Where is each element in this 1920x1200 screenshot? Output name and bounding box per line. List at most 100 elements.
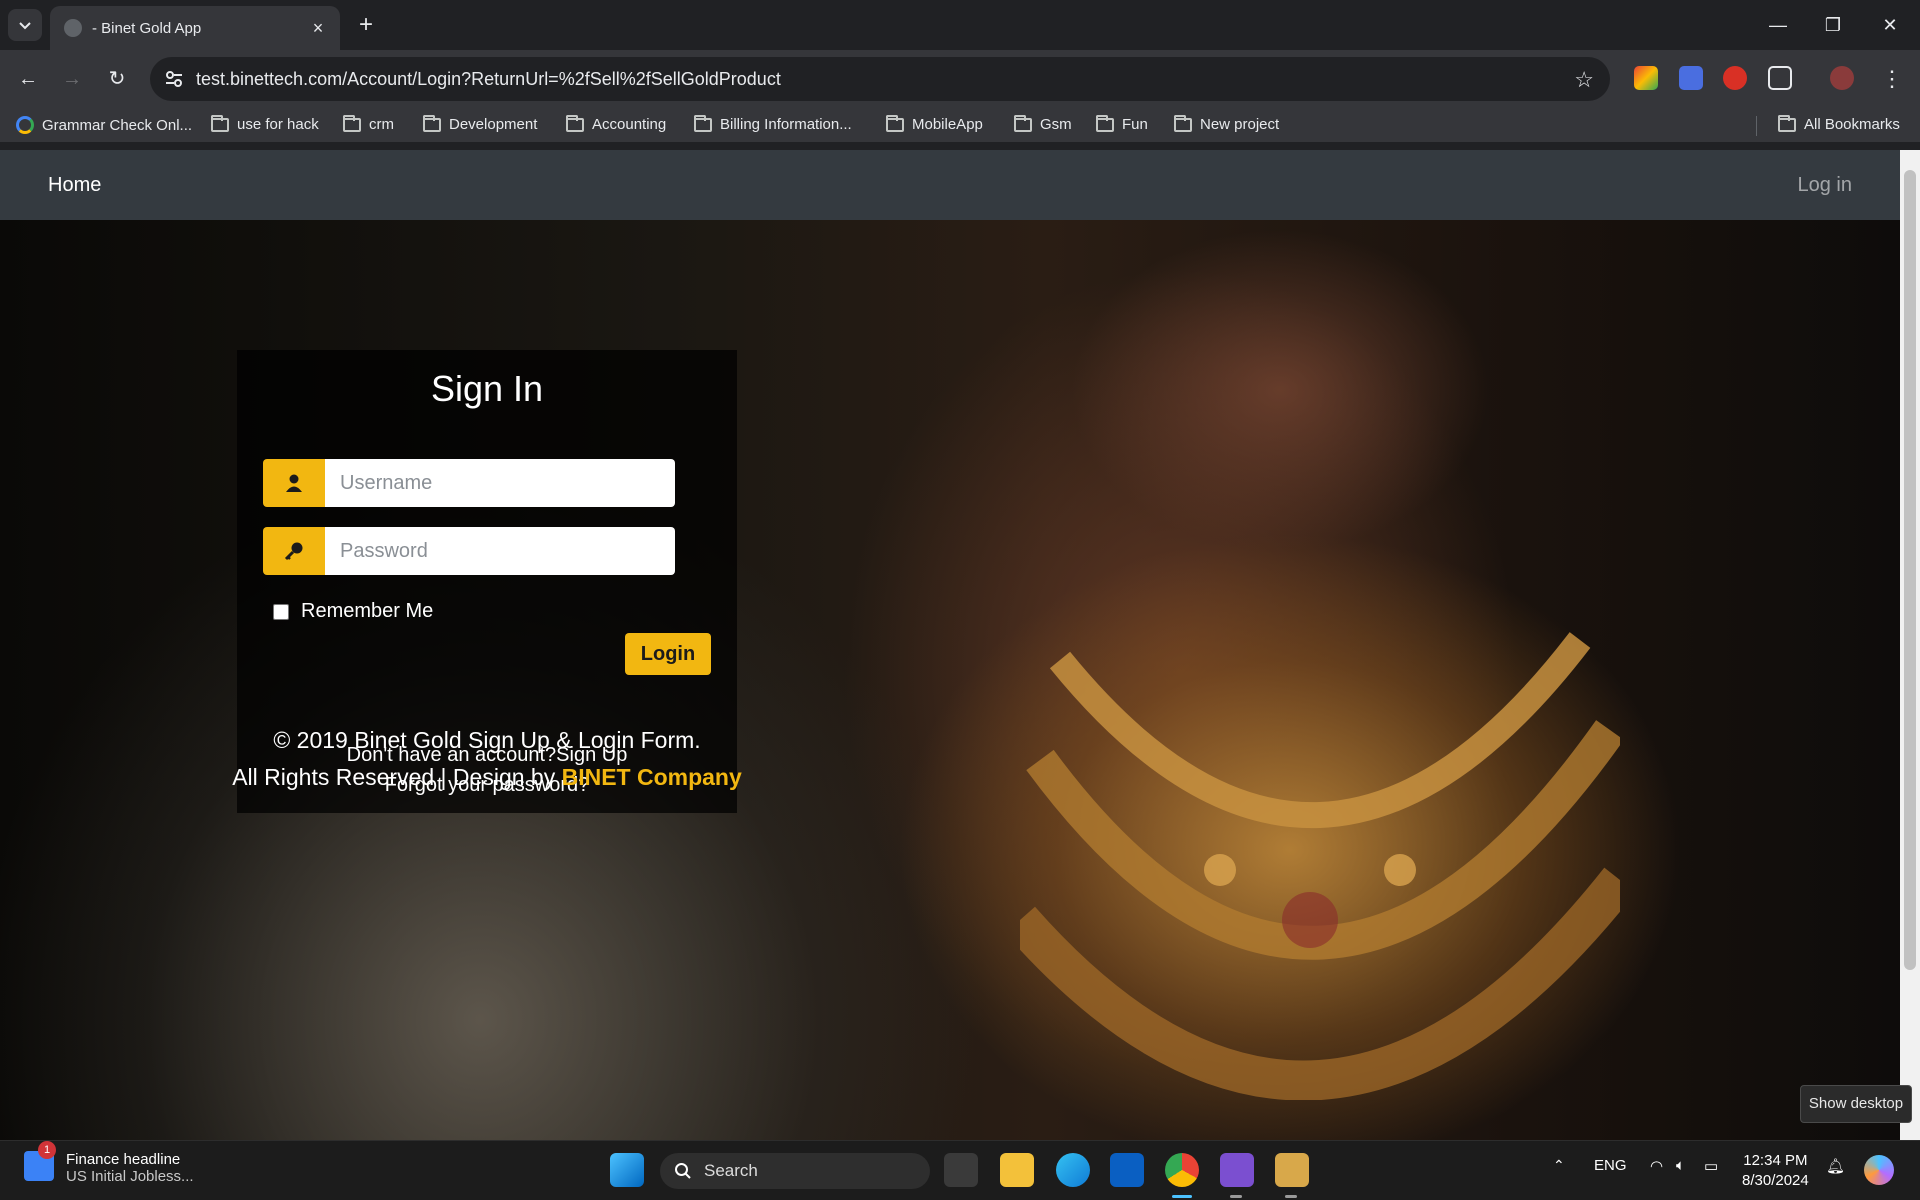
news-subtitle: US Initial Jobless... [66, 1168, 194, 1185]
browser-tab[interactable]: - Binet Gold App × [50, 6, 340, 50]
folder-icon [1778, 114, 1796, 132]
news-widget[interactable]: 1 Finance headline US Initial Jobless... [24, 1141, 194, 1185]
notification-badge: 1 [38, 1141, 56, 1159]
bookmark-folder[interactable]: MobileApp [886, 114, 983, 133]
search-label: Search [704, 1161, 758, 1180]
bookmark-item[interactable]: Grammar Check Onl... [16, 116, 192, 134]
windows-taskbar: 1 Finance headline US Initial Jobless...… [0, 1140, 1920, 1200]
password-input[interactable] [325, 527, 675, 575]
folder-icon [211, 114, 229, 132]
bookmark-folder[interactable]: Accounting [566, 114, 666, 133]
forward-button[interactable]: → [56, 63, 88, 95]
clock-time: 12:34 PM [1743, 1152, 1808, 1169]
all-bookmarks-button[interactable]: All Bookmarks [1778, 114, 1900, 133]
page-viewport: Home Log in Sign In Remember Me Login Do… [0, 150, 1900, 1140]
bookmark-folder[interactable]: crm [343, 114, 394, 133]
puzzle-extensions-icon[interactable] [1768, 66, 1792, 90]
folder-icon [1174, 114, 1192, 132]
app-icon[interactable] [1275, 1153, 1309, 1187]
nav-login-link[interactable]: Log in [1798, 174, 1853, 197]
taskbar-search[interactable]: Search [660, 1153, 930, 1189]
reload-button[interactable]: ↻ [101, 63, 133, 95]
copilot-icon[interactable] [1864, 1155, 1894, 1185]
extension-icon[interactable] [1679, 66, 1703, 90]
profile-avatar[interactable] [1830, 66, 1854, 90]
remember-me-checkbox[interactable] [273, 603, 289, 620]
visual-studio-icon[interactable] [1220, 1153, 1254, 1187]
signin-title: Sign In [430, 368, 544, 409]
folder-icon [1014, 114, 1032, 132]
page-scrollbar[interactable] [1900, 150, 1920, 1140]
chevron-down-icon [19, 22, 31, 30]
clock-date: 8/30/2024 [1742, 1172, 1809, 1189]
bookmark-folder[interactable]: Development [423, 114, 537, 133]
close-window-button[interactable]: ✕ [1870, 10, 1910, 40]
site-settings-icon[interactable] [164, 69, 184, 89]
google-icon [16, 116, 34, 134]
bookmark-folder[interactable]: Gsm [1014, 114, 1072, 133]
restore-button[interactable]: ❐ [1813, 10, 1853, 40]
back-button[interactable]: ← [12, 63, 44, 95]
running-indicator [1285, 1195, 1297, 1198]
language-indicator[interactable]: ENG [1594, 1157, 1627, 1174]
chrome-icon[interactable] [1165, 1153, 1199, 1187]
folder-icon [886, 114, 904, 132]
minimize-button[interactable]: — [1758, 10, 1798, 40]
globe-icon [64, 19, 82, 37]
bookmark-folder[interactable]: Billing Information... [694, 114, 852, 133]
necklace-illustration [1020, 632, 1620, 1100]
extension-icon[interactable] [1634, 66, 1658, 90]
tab-search-button[interactable] [8, 9, 42, 41]
file-explorer-icon[interactable] [1000, 1153, 1034, 1187]
copyright-text: © 2019 Binet Gold Sign Up & Login Form. [273, 727, 701, 753]
bookmark-folder[interactable]: use for hack [211, 114, 319, 133]
windows-start-icon[interactable] [610, 1153, 644, 1187]
bookmark-star-icon[interactable]: ☆ [1574, 67, 1594, 93]
close-tab-icon[interactable]: × [308, 18, 328, 38]
site-navbar: Home Log in [0, 150, 1900, 220]
task-view-icon[interactable] [944, 1153, 978, 1187]
credits-line: All Rights Reserved | Design by BINET Co… [187, 759, 787, 796]
folder-icon [566, 114, 584, 132]
bookmark-folder[interactable]: New project [1174, 114, 1279, 133]
remember-me[interactable]: Remember Me [273, 600, 433, 623]
nav-home-link[interactable]: Home [48, 174, 101, 197]
browser-toolbar: ← → ↻ test.binettech.com/Account/Login?R… [0, 50, 1920, 108]
new-tab-button[interactable]: + [352, 12, 380, 40]
folder-icon [694, 114, 712, 132]
lock-extension-icon[interactable] [1723, 66, 1747, 90]
username-input[interactable] [325, 459, 675, 507]
taskbar-clock[interactable]: 12:34 PM 8/30/2024 [1742, 1151, 1809, 1191]
store-icon[interactable] [1110, 1153, 1144, 1187]
show-desktop-tooltip: Show desktop [1800, 1085, 1912, 1123]
address-bar[interactable]: test.binettech.com/Account/Login?ReturnU… [150, 57, 1610, 101]
volume-icon[interactable]: 🔈︎ [1676, 1157, 1685, 1174]
search-icon [675, 1163, 691, 1179]
password-field [263, 527, 675, 575]
tab-title: - Binet Gold App [92, 19, 202, 37]
edge-icon[interactable] [1056, 1153, 1090, 1187]
folder-icon [423, 114, 441, 132]
url-text: test.binettech.com/Account/Login?ReturnU… [196, 68, 781, 89]
wifi-icon[interactable]: ◠ [1650, 1157, 1663, 1175]
scrollbar-thumb[interactable] [1904, 170, 1916, 970]
folder-icon [1096, 114, 1114, 132]
running-indicator [1230, 1195, 1242, 1198]
folder-icon [343, 114, 361, 132]
company-link[interactable]: BINET Company [562, 764, 742, 790]
battery-icon[interactable]: ▭ [1704, 1157, 1718, 1175]
news-title: Finance headline [66, 1151, 181, 1168]
bell-icon[interactable]: 🔔︎ [1826, 1157, 1845, 1175]
credits-text: All Rights Reserved | Design by [232, 764, 562, 790]
page-footer: © 2019 Binet Gold Sign Up & Login Form. … [187, 722, 787, 796]
bookmark-folder[interactable]: Fun [1096, 114, 1148, 133]
widgets-icon: 1 [24, 1141, 56, 1181]
remember-me-label: Remember Me [301, 600, 434, 622]
login-button[interactable]: Login [625, 633, 711, 675]
chevron-up-icon[interactable]: ⌃ [1553, 1157, 1565, 1174]
more-menu-icon[interactable]: ⋮ [1876, 63, 1908, 95]
user-icon [263, 459, 325, 507]
bookmarks-divider [1756, 116, 1757, 136]
key-icon [263, 527, 325, 575]
username-field [263, 459, 675, 507]
